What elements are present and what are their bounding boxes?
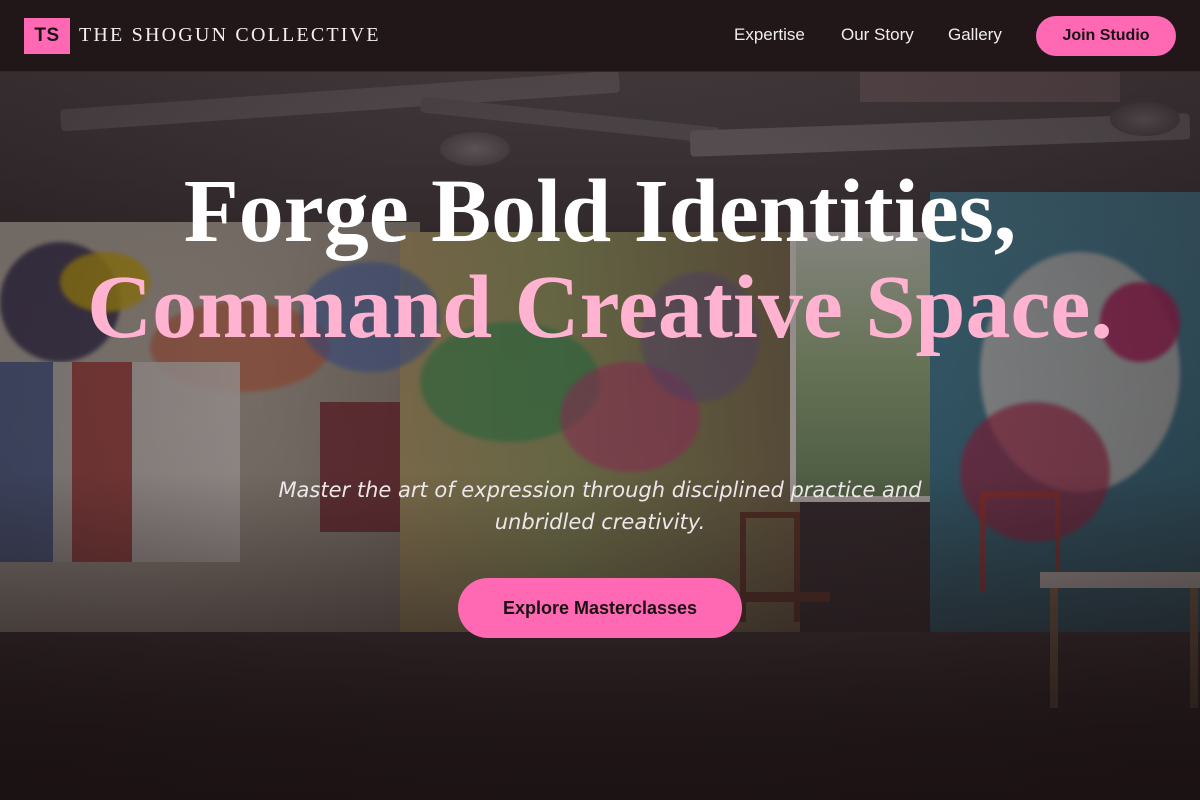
hero-subtitle: Master the art of expression through dis… (278, 478, 922, 534)
hero-headline: Forge Bold Identities, Command Creative … (0, 164, 1200, 356)
logo-badge[interactable]: TS (24, 18, 70, 54)
site-header: TS THE SHOGUN COLLECTIVE Expertise Our S… (0, 0, 1200, 72)
hero-section: Forge Bold Identities, Command Creative … (0, 72, 1200, 800)
nav-link-expertise[interactable]: Expertise (734, 25, 805, 45)
join-studio-button[interactable]: Join Studio (1036, 16, 1176, 56)
nav-link-gallery[interactable]: Gallery (948, 25, 1002, 45)
headline-line-2: Command Creative Space. (87, 258, 1113, 357)
explore-masterclasses-button[interactable]: Explore Masterclasses (458, 578, 742, 638)
nav-link-our-story[interactable]: Our Story (841, 25, 914, 45)
brand-name[interactable]: THE SHOGUN COLLECTIVE (79, 24, 381, 47)
headline-line-1: Forge Bold Identities, (183, 162, 1017, 261)
